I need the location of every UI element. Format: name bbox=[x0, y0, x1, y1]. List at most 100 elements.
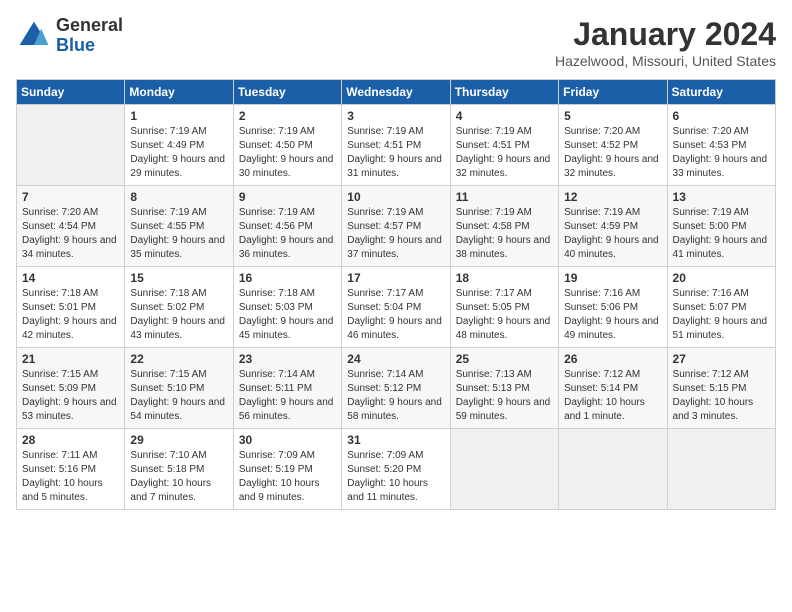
logo-general: General bbox=[56, 16, 123, 36]
sunset-text: Sunset: 5:03 PM bbox=[239, 302, 313, 313]
daylight-text: Daylight: 9 hours and 54 minutes. bbox=[130, 397, 225, 422]
table-row bbox=[667, 429, 775, 510]
daylight-text: Daylight: 10 hours and 3 minutes. bbox=[673, 397, 754, 422]
table-row: 7 Sunrise: 7:20 AM Sunset: 4:54 PM Dayli… bbox=[17, 186, 125, 267]
table-row: 13 Sunrise: 7:19 AM Sunset: 5:00 PM Dayl… bbox=[667, 186, 775, 267]
calendar-week-row: 14 Sunrise: 7:18 AM Sunset: 5:01 PM Dayl… bbox=[17, 267, 776, 348]
sunrise-text: Sunrise: 7:19 AM bbox=[456, 126, 532, 137]
daylight-text: Daylight: 9 hours and 36 minutes. bbox=[239, 235, 334, 260]
day-info: Sunrise: 7:19 AM Sunset: 4:50 PM Dayligh… bbox=[239, 125, 336, 181]
day-info: Sunrise: 7:15 AM Sunset: 5:09 PM Dayligh… bbox=[22, 368, 119, 424]
sunset-text: Sunset: 5:01 PM bbox=[22, 302, 96, 313]
sunrise-text: Sunrise: 7:15 AM bbox=[22, 369, 98, 380]
table-row: 11 Sunrise: 7:19 AM Sunset: 4:58 PM Dayl… bbox=[450, 186, 558, 267]
sunrise-text: Sunrise: 7:12 AM bbox=[673, 369, 749, 380]
sunset-text: Sunset: 4:54 PM bbox=[22, 221, 96, 232]
day-info: Sunrise: 7:17 AM Sunset: 5:05 PM Dayligh… bbox=[456, 287, 553, 343]
day-number: 31 bbox=[347, 433, 444, 447]
sunrise-text: Sunrise: 7:10 AM bbox=[130, 450, 206, 461]
sunset-text: Sunset: 5:00 PM bbox=[673, 221, 747, 232]
day-number: 24 bbox=[347, 352, 444, 366]
table-row bbox=[450, 429, 558, 510]
daylight-text: Daylight: 9 hours and 59 minutes. bbox=[456, 397, 551, 422]
day-info: Sunrise: 7:12 AM Sunset: 5:15 PM Dayligh… bbox=[673, 368, 770, 424]
location-title: Hazelwood, Missouri, United States bbox=[555, 53, 776, 69]
table-row: 19 Sunrise: 7:16 AM Sunset: 5:06 PM Dayl… bbox=[559, 267, 667, 348]
col-wednesday: Wednesday bbox=[342, 80, 450, 105]
logo-text: General Blue bbox=[56, 16, 123, 56]
day-number: 19 bbox=[564, 271, 661, 285]
calendar-header-row: Sunday Monday Tuesday Wednesday Thursday… bbox=[17, 80, 776, 105]
sunset-text: Sunset: 4:50 PM bbox=[239, 140, 313, 151]
sunrise-text: Sunrise: 7:14 AM bbox=[239, 369, 315, 380]
table-row: 18 Sunrise: 7:17 AM Sunset: 5:05 PM Dayl… bbox=[450, 267, 558, 348]
day-info: Sunrise: 7:19 AM Sunset: 4:56 PM Dayligh… bbox=[239, 206, 336, 262]
daylight-text: Daylight: 9 hours and 49 minutes. bbox=[564, 316, 659, 341]
day-info: Sunrise: 7:14 AM Sunset: 5:12 PM Dayligh… bbox=[347, 368, 444, 424]
table-row: 4 Sunrise: 7:19 AM Sunset: 4:51 PM Dayli… bbox=[450, 105, 558, 186]
sunrise-text: Sunrise: 7:19 AM bbox=[673, 207, 749, 218]
day-number: 5 bbox=[564, 109, 661, 123]
day-info: Sunrise: 7:18 AM Sunset: 5:03 PM Dayligh… bbox=[239, 287, 336, 343]
daylight-text: Daylight: 9 hours and 56 minutes. bbox=[239, 397, 334, 422]
table-row: 3 Sunrise: 7:19 AM Sunset: 4:51 PM Dayli… bbox=[342, 105, 450, 186]
daylight-text: Daylight: 9 hours and 37 minutes. bbox=[347, 235, 442, 260]
day-number: 1 bbox=[130, 109, 227, 123]
table-row: 30 Sunrise: 7:09 AM Sunset: 5:19 PM Dayl… bbox=[233, 429, 341, 510]
sunset-text: Sunset: 5:18 PM bbox=[130, 464, 204, 475]
sunset-text: Sunset: 5:14 PM bbox=[564, 383, 638, 394]
day-info: Sunrise: 7:19 AM Sunset: 4:55 PM Dayligh… bbox=[130, 206, 227, 262]
sunrise-text: Sunrise: 7:19 AM bbox=[347, 126, 423, 137]
day-number: 14 bbox=[22, 271, 119, 285]
day-info: Sunrise: 7:20 AM Sunset: 4:54 PM Dayligh… bbox=[22, 206, 119, 262]
sunrise-text: Sunrise: 7:19 AM bbox=[564, 207, 640, 218]
day-number: 3 bbox=[347, 109, 444, 123]
sunset-text: Sunset: 4:56 PM bbox=[239, 221, 313, 232]
day-number: 6 bbox=[673, 109, 770, 123]
sunrise-text: Sunrise: 7:18 AM bbox=[130, 288, 206, 299]
sunset-text: Sunset: 5:20 PM bbox=[347, 464, 421, 475]
calendar-table: Sunday Monday Tuesday Wednesday Thursday… bbox=[16, 79, 776, 510]
day-info: Sunrise: 7:20 AM Sunset: 4:53 PM Dayligh… bbox=[673, 125, 770, 181]
daylight-text: Daylight: 9 hours and 29 minutes. bbox=[130, 154, 225, 179]
sunrise-text: Sunrise: 7:14 AM bbox=[347, 369, 423, 380]
sunrise-text: Sunrise: 7:19 AM bbox=[130, 207, 206, 218]
month-title: January 2024 bbox=[555, 16, 776, 53]
daylight-text: Daylight: 9 hours and 40 minutes. bbox=[564, 235, 659, 260]
daylight-text: Daylight: 9 hours and 32 minutes. bbox=[564, 154, 659, 179]
col-saturday: Saturday bbox=[667, 80, 775, 105]
sunrise-text: Sunrise: 7:16 AM bbox=[564, 288, 640, 299]
daylight-text: Daylight: 9 hours and 46 minutes. bbox=[347, 316, 442, 341]
sunset-text: Sunset: 5:04 PM bbox=[347, 302, 421, 313]
sunrise-text: Sunrise: 7:16 AM bbox=[673, 288, 749, 299]
sunset-text: Sunset: 5:09 PM bbox=[22, 383, 96, 394]
sunset-text: Sunset: 4:51 PM bbox=[347, 140, 421, 151]
table-row: 31 Sunrise: 7:09 AM Sunset: 5:20 PM Dayl… bbox=[342, 429, 450, 510]
table-row: 22 Sunrise: 7:15 AM Sunset: 5:10 PM Dayl… bbox=[125, 348, 233, 429]
sunset-text: Sunset: 5:05 PM bbox=[456, 302, 530, 313]
day-info: Sunrise: 7:18 AM Sunset: 5:02 PM Dayligh… bbox=[130, 287, 227, 343]
sunset-text: Sunset: 5:02 PM bbox=[130, 302, 204, 313]
day-number: 30 bbox=[239, 433, 336, 447]
sunset-text: Sunset: 5:13 PM bbox=[456, 383, 530, 394]
table-row: 29 Sunrise: 7:10 AM Sunset: 5:18 PM Dayl… bbox=[125, 429, 233, 510]
day-info: Sunrise: 7:16 AM Sunset: 5:07 PM Dayligh… bbox=[673, 287, 770, 343]
day-info: Sunrise: 7:13 AM Sunset: 5:13 PM Dayligh… bbox=[456, 368, 553, 424]
day-number: 7 bbox=[22, 190, 119, 204]
sunrise-text: Sunrise: 7:12 AM bbox=[564, 369, 640, 380]
page-header: General Blue January 2024 Hazelwood, Mis… bbox=[16, 16, 776, 69]
title-block: January 2024 Hazelwood, Missouri, United… bbox=[555, 16, 776, 69]
day-number: 21 bbox=[22, 352, 119, 366]
sunset-text: Sunset: 4:51 PM bbox=[456, 140, 530, 151]
daylight-text: Daylight: 9 hours and 53 minutes. bbox=[22, 397, 117, 422]
day-number: 13 bbox=[673, 190, 770, 204]
sunset-text: Sunset: 4:52 PM bbox=[564, 140, 638, 151]
daylight-text: Daylight: 9 hours and 43 minutes. bbox=[130, 316, 225, 341]
day-info: Sunrise: 7:19 AM Sunset: 4:51 PM Dayligh… bbox=[347, 125, 444, 181]
day-number: 2 bbox=[239, 109, 336, 123]
sunset-text: Sunset: 5:12 PM bbox=[347, 383, 421, 394]
sunrise-text: Sunrise: 7:18 AM bbox=[22, 288, 98, 299]
calendar-week-row: 21 Sunrise: 7:15 AM Sunset: 5:09 PM Dayl… bbox=[17, 348, 776, 429]
day-info: Sunrise: 7:19 AM Sunset: 4:49 PM Dayligh… bbox=[130, 125, 227, 181]
calendar-week-row: 28 Sunrise: 7:11 AM Sunset: 5:16 PM Dayl… bbox=[17, 429, 776, 510]
